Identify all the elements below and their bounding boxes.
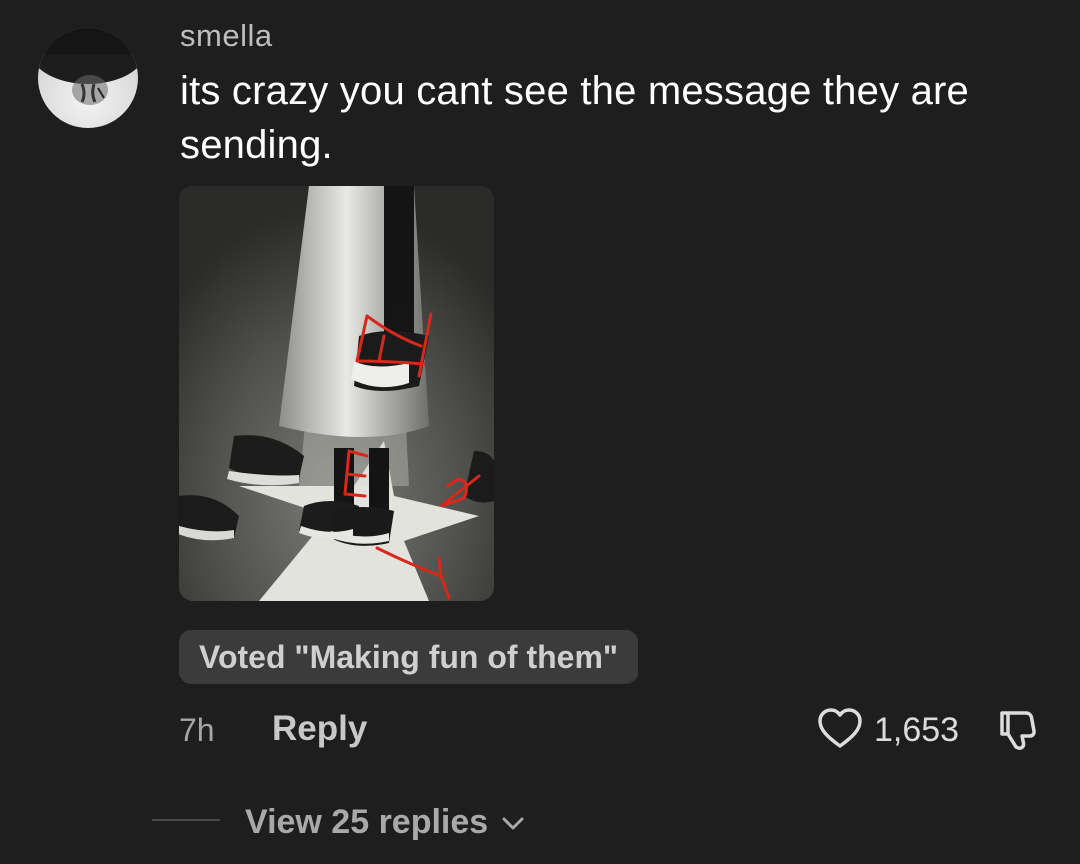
comment-username[interactable]: smella <box>180 18 273 50</box>
like-count: 1,653 <box>874 711 960 749</box>
comment-timestamp: 7h <box>179 712 215 748</box>
comment-attached-image[interactable] <box>179 186 494 601</box>
view-replies-button[interactable]: View 25 replies <box>245 800 526 844</box>
sneakers-photo <box>179 186 494 601</box>
thumbs-down-outline-icon[interactable] <box>994 705 1044 755</box>
view-replies-label: View 25 replies <box>245 803 489 841</box>
avatar[interactable] <box>38 28 138 128</box>
heart-outline-icon[interactable] <box>816 705 864 753</box>
comment-item: smella its crazy you cant see the messag… <box>0 0 1080 864</box>
comment-text: its crazy you cant see the message they … <box>180 69 969 167</box>
vote-badge: Voted "Making fun of them" <box>179 630 639 684</box>
chevron-down-icon <box>502 817 524 830</box>
avatar-image <box>38 28 138 105</box>
replies-divider <box>152 819 220 821</box>
reply-button[interactable]: Reply <box>272 706 367 752</box>
